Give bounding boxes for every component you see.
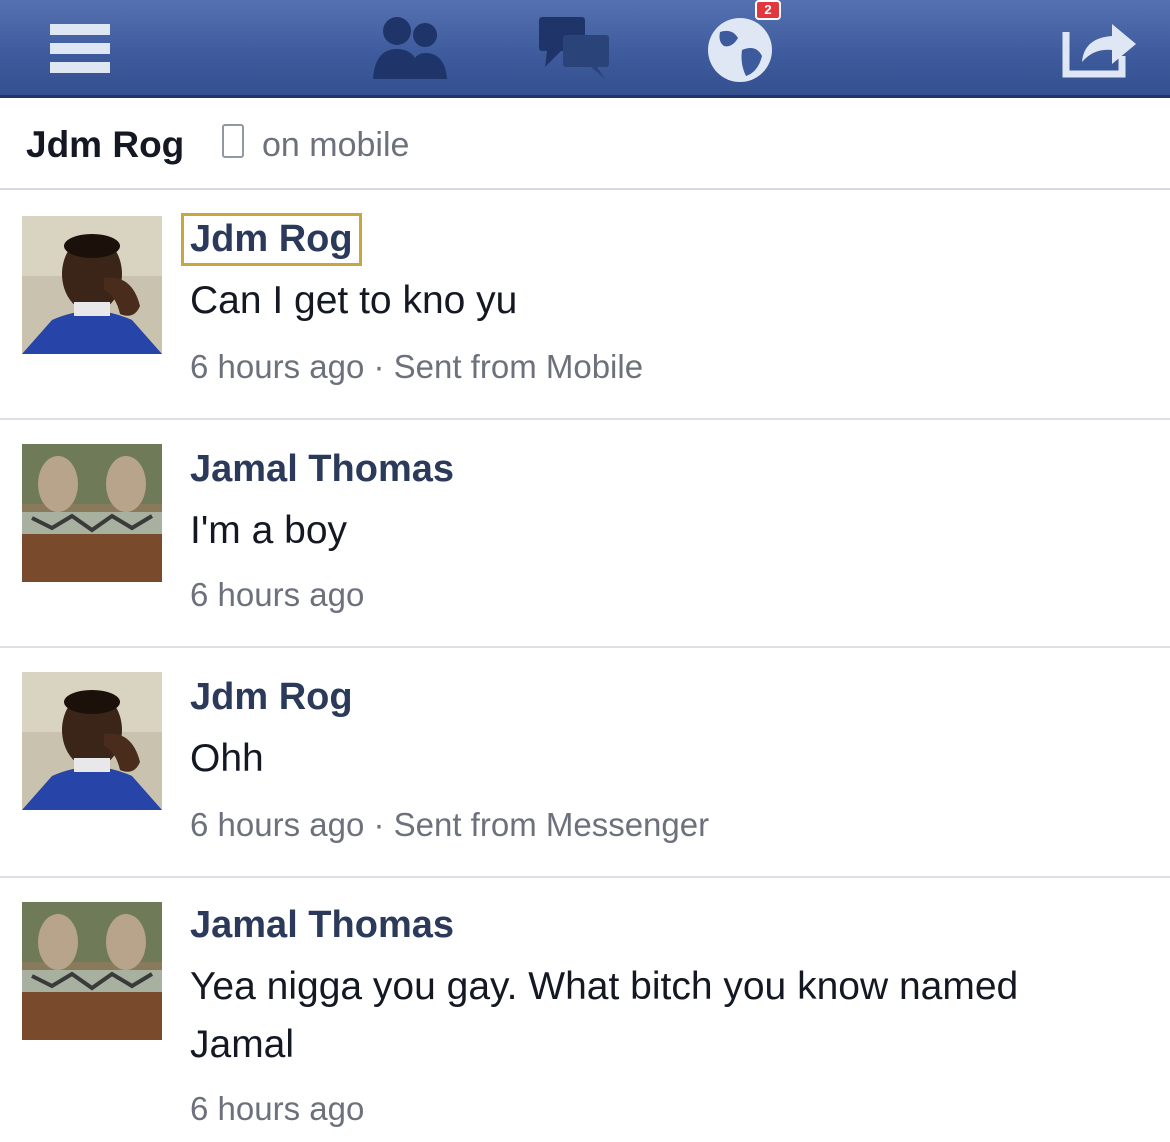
message-sender[interactable]: Jamal Thomas — [190, 448, 454, 491]
avatar-photo-jamal-thomas — [22, 902, 162, 1040]
notifications-globe-icon — [708, 17, 772, 82]
avatar[interactable] — [22, 902, 162, 1040]
message-timestamp: 6 hours ago — [190, 1090, 365, 1127]
message-sender[interactable]: Jamal Thomas — [190, 904, 454, 947]
avatar[interactable] — [22, 672, 162, 810]
message-sender[interactable]: Jdm Rog — [190, 676, 353, 719]
messages-icon — [539, 16, 609, 79]
presence-status: on mobile — [262, 126, 410, 164]
message-timestamp: 6 hours ago · Sent from Mobile — [190, 348, 644, 385]
menu-button[interactable] — [30, 0, 130, 95]
message-text: Ohh — [190, 737, 264, 780]
share-icon — [1062, 23, 1136, 77]
messages-button[interactable] — [525, 0, 625, 95]
avatar[interactable] — [22, 444, 162, 582]
message-timestamp: 6 hours ago · Sent from Messenger — [190, 806, 710, 843]
friend-requests-icon — [373, 16, 447, 79]
notification-count-badge: 2 — [755, 0, 781, 20]
message-timestamp: 6 hours ago — [190, 576, 365, 613]
avatar-photo-jdm-rog — [22, 672, 162, 810]
avatar-photo-jamal-thomas — [22, 444, 162, 582]
message-item: Jdm Rog Can I get to kno yu 6 hours ago … — [0, 192, 1170, 420]
friend-requests-button[interactable] — [360, 0, 460, 95]
message-item: Jamal Thomas Yea nigga you gay. What bit… — [0, 878, 1170, 1142]
message-text: I'm a boy — [190, 509, 348, 552]
menu-icon — [50, 23, 110, 73]
notifications-button[interactable]: 2 — [685, 0, 795, 95]
message-sender[interactable]: Jdm Rog — [181, 213, 362, 266]
conversation-header: Jdm Rog on mobile — [0, 98, 1170, 190]
avatar-photo-jdm-rog — [22, 216, 162, 354]
message-text: Yea nigga you gay. What bitch you know n… — [190, 965, 1019, 1066]
message-item: Jamal Thomas I'm a boy 6 hours ago — [0, 420, 1170, 648]
conversation-title: Jdm Rog — [26, 124, 185, 165]
share-button[interactable] — [1045, 0, 1155, 95]
top-navigation-bar: 2 — [0, 0, 1170, 98]
mobile-phone-icon — [222, 124, 244, 158]
message-item: Jdm Rog Ohh 6 hours ago · Sent from Mess… — [0, 648, 1170, 878]
message-text: Can I get to kno yu — [190, 279, 518, 322]
avatar[interactable] — [22, 216, 162, 354]
